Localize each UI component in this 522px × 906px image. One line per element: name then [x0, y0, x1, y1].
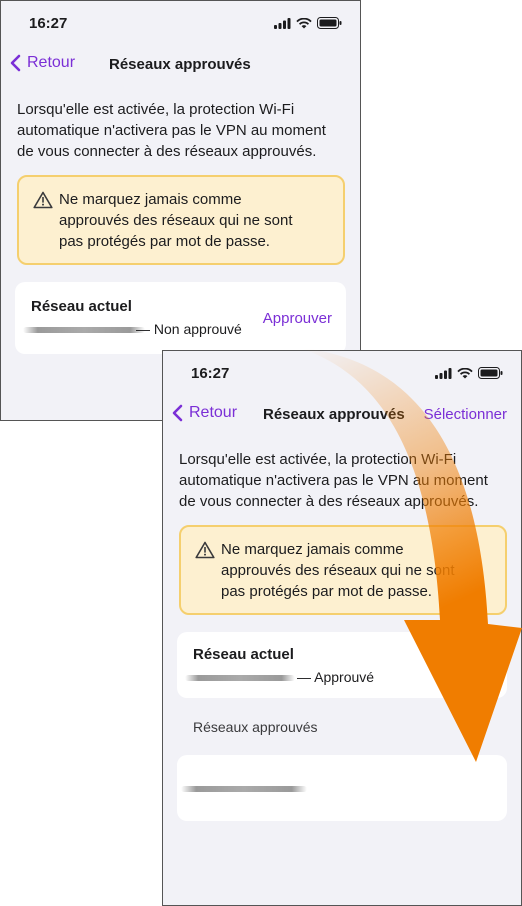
approved-networks-section-label: Réseaux approuvés [193, 719, 318, 735]
warning-line: approuvés des réseaux qui ne sont [59, 212, 293, 229]
description-line: de vous connecter à des réseaux approuvé… [17, 143, 317, 160]
cellular-signal-icon [274, 17, 291, 29]
screen-after: 16:27 Retour Réseaux approuvés Sélection… [162, 350, 522, 906]
current-network-card: Réseau actuel — Approuvé [177, 632, 507, 698]
warning-text: Ne marquez jamais comme approuvés des ré… [221, 539, 455, 602]
wifi-icon [296, 17, 312, 28]
warning-line: Ne marquez jamais comme [221, 541, 404, 558]
network-name-redacted [185, 675, 295, 681]
battery-icon [478, 367, 503, 379]
description-line: de vous connecter à des réseaux approuvé… [179, 493, 479, 510]
network-status: — Non approuvé [136, 321, 242, 337]
approved-network-name-redacted [181, 786, 307, 792]
current-network-card: Réseau actuel — Non approuvé Approuver [15, 282, 346, 354]
network-status: — Approuvé [297, 669, 375, 685]
wifi-icon [457, 367, 473, 378]
description-line: automatique n'activera pas le VPN au mom… [17, 122, 326, 139]
status-bar: 16:27 [163, 351, 521, 395]
chevron-left-icon [172, 404, 183, 422]
warning-line: approuvés des réseaux qui ne sont [221, 562, 455, 579]
status-time: 16:27 [191, 365, 230, 382]
description-line: Lorsqu'elle est activée, la protection W… [17, 101, 295, 118]
cellular-signal-icon [435, 367, 452, 379]
warning-box: Ne marquez jamais comme approuvés des ré… [17, 175, 345, 265]
warning-line: pas protégés par mot de passe. [59, 233, 270, 250]
current-network-title: Réseau actuel [193, 646, 294, 663]
back-label: Retour [189, 404, 238, 421]
chevron-left-icon [10, 54, 21, 72]
description-text: Lorsqu'elle est activée, la protection W… [17, 99, 326, 162]
page-title: Réseaux approuvés [263, 406, 405, 423]
warning-line: pas protégés par mot de passe. [221, 583, 432, 600]
network-name-redacted [23, 327, 145, 333]
back-button[interactable]: Retour [171, 404, 237, 422]
approve-button[interactable]: Approuver [263, 310, 332, 327]
navigation-bar: Retour Réseaux approuvés Sélectionner [163, 399, 521, 431]
navigation-bar: Retour Réseaux approuvés [1, 49, 360, 81]
warning-text: Ne marquez jamais comme approuvés des ré… [59, 189, 293, 252]
back-button[interactable]: Retour [9, 54, 75, 72]
status-icons [274, 17, 342, 29]
current-network-title: Réseau actuel [31, 298, 132, 315]
back-label: Retour [27, 54, 76, 71]
warning-triangle-icon [33, 191, 53, 209]
status-icons [435, 367, 503, 379]
select-button[interactable]: Sélectionner [424, 406, 507, 423]
warning-line: Ne marquez jamais comme [59, 191, 242, 208]
warning-triangle-icon [195, 541, 215, 559]
description-line: automatique n'activera pas le VPN au mom… [179, 472, 488, 489]
warning-box: Ne marquez jamais comme approuvés des ré… [179, 525, 507, 615]
approved-network-row[interactable] [177, 755, 507, 821]
page-title: Réseaux approuvés [109, 56, 251, 73]
description-line: Lorsqu'elle est activée, la protection W… [179, 451, 457, 468]
description-text: Lorsqu'elle est activée, la protection W… [179, 449, 488, 512]
status-bar: 16:27 [1, 1, 360, 45]
status-time: 16:27 [29, 15, 68, 32]
battery-icon [317, 17, 342, 29]
